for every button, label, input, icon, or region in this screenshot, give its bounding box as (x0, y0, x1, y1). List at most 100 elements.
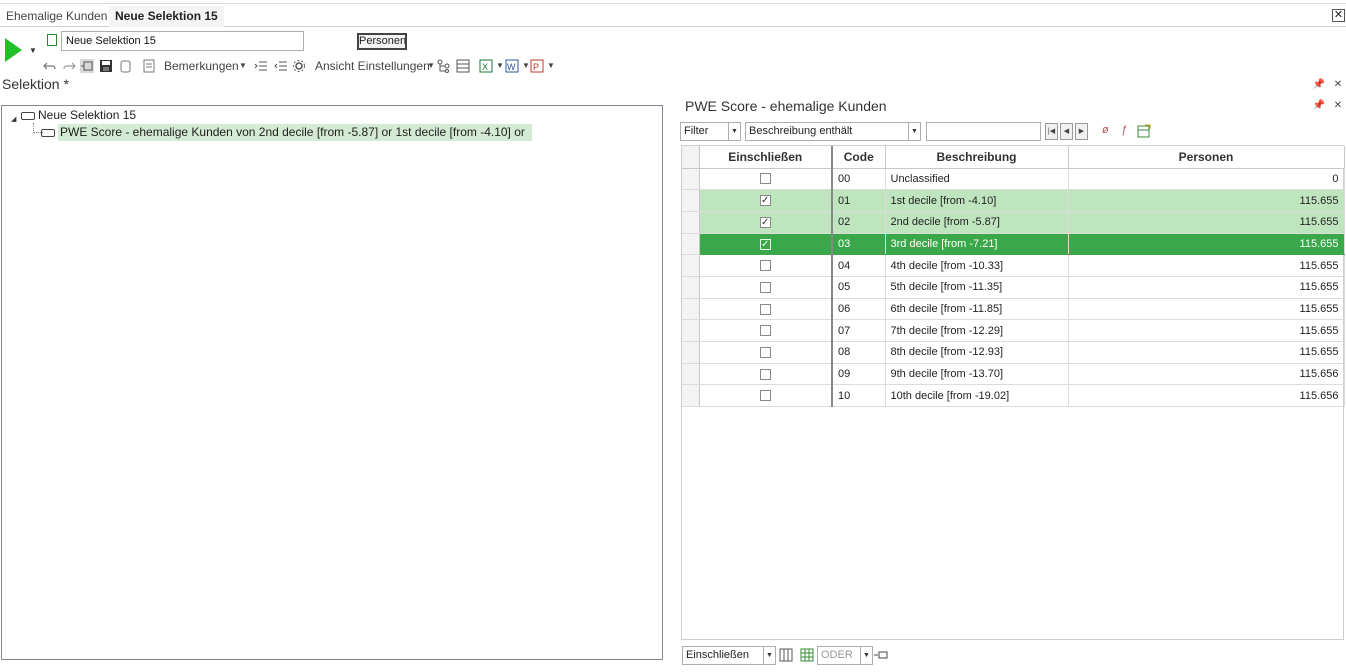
include-mode-select[interactable]: Einschließen ▼ (682, 646, 776, 665)
filter-field-select[interactable]: Beschreibung enthält ▼ (745, 122, 921, 141)
include-checkbox[interactable] (759, 368, 771, 380)
row-indicator[interactable] (682, 341, 700, 364)
row-indicator[interactable] (682, 363, 700, 386)
export-grid-icon[interactable] (1137, 124, 1151, 138)
panel-title: PWE Score - ehemalige Kunden (685, 98, 887, 114)
include-cell[interactable] (699, 254, 833, 277)
pin-panel-icon[interactable]: 📌 (1312, 99, 1326, 113)
word-export-icon[interactable]: W (505, 59, 519, 73)
row-indicator[interactable] (682, 384, 700, 408)
personen-button[interactable]: Personen (357, 33, 407, 50)
grid-layout-icon[interactable] (800, 648, 814, 662)
column-header-persons[interactable]: Personen (1068, 146, 1345, 169)
save-icon[interactable] (99, 59, 113, 73)
view-settings-dropdown-icon[interactable]: ▼ (427, 58, 435, 74)
include-cell[interactable] (699, 363, 833, 386)
filter-text-input[interactable] (926, 122, 1041, 141)
undo-icon[interactable] (43, 59, 57, 73)
row-indicator[interactable] (682, 319, 700, 342)
close-tab-icon[interactable]: ✕ (1332, 9, 1345, 22)
column-header-include[interactable]: Einschließen (699, 146, 833, 169)
tree-root-node[interactable]: Neue Selektion 15 (21, 107, 136, 123)
include-checkbox[interactable]: ✓ (759, 216, 771, 228)
persons-cell: 115.655 (1068, 211, 1345, 234)
include-cell[interactable] (699, 384, 833, 408)
table-row[interactable]: 05 5th decile [from -11.35] 115.655 (682, 276, 1345, 299)
include-checkbox[interactable] (759, 390, 771, 402)
tree-collapse-icon[interactable]: ◢ (11, 115, 16, 123)
selection-name-input[interactable] (61, 31, 304, 51)
include-cell[interactable]: ✓ (699, 233, 833, 256)
include-checkbox[interactable]: ✓ (759, 238, 771, 250)
include-cell[interactable]: ✓ (699, 189, 833, 212)
include-checkbox[interactable] (759, 303, 771, 315)
table-row[interactable]: 10 10th decile [from -19.02] 115.656 (682, 384, 1345, 408)
tree-child-node[interactable]: PWE Score - ehemalige Kunden von 2nd dec… (58, 124, 532, 141)
include-cell[interactable] (699, 276, 833, 299)
include-checkbox[interactable] (759, 173, 771, 185)
toggle-panel-icon[interactable] (80, 59, 94, 73)
pdf-export-icon[interactable]: P (530, 59, 544, 73)
close-panel-icon[interactable]: ✕ (1331, 78, 1345, 92)
remarks-dropdown-icon[interactable]: ▼ (239, 58, 247, 74)
settings-gear-icon[interactable] (292, 59, 306, 73)
redo-icon[interactable] (62, 59, 76, 73)
pin-icon[interactable]: 📌 (1312, 78, 1326, 92)
close-right-panel-icon[interactable]: ✕ (1331, 99, 1345, 113)
next-result-icon[interactable]: ▶ (1075, 123, 1088, 140)
indent-icon[interactable] (254, 59, 268, 73)
include-checkbox[interactable] (759, 346, 771, 358)
view-settings-menu[interactable]: Ansicht Einstellungen (315, 58, 430, 74)
logic-operator-select[interactable]: ODER ▼ (817, 646, 873, 665)
include-checkbox[interactable]: ✓ (759, 195, 771, 207)
row-indicator[interactable] (682, 254, 700, 277)
table-row[interactable]: 06 6th decile [from -11.85] 115.655 (682, 298, 1345, 321)
excel-dropdown-icon[interactable]: ▼ (496, 58, 504, 74)
clear-filter-icon[interactable]: ø (1102, 124, 1109, 136)
decile-table: Einschließen Code Beschreibung Personen … (682, 146, 1345, 408)
filter-mode-select[interactable]: Filter ▼ (680, 122, 741, 141)
run-play-icon[interactable] (5, 38, 22, 62)
include-cell[interactable]: ✓ (699, 211, 833, 234)
tab-neue-selektion-15[interactable]: Neue Selektion 15 (109, 6, 224, 27)
remarks-menu[interactable]: Bemerkungen (164, 58, 239, 74)
column-chooser-icon[interactable] (779, 648, 793, 662)
table-row[interactable]: ✓ 01 1st decile [from -4.10] 115.655 (682, 189, 1345, 212)
include-cell[interactable] (699, 319, 833, 342)
include-cell[interactable] (699, 341, 833, 364)
row-indicator[interactable] (682, 211, 700, 234)
function-icon[interactable]: ƒ (1121, 124, 1127, 136)
row-indicator[interactable] (682, 276, 700, 299)
pdf-dropdown-icon[interactable]: ▼ (547, 58, 555, 74)
previous-result-icon[interactable]: ◀ (1060, 123, 1073, 140)
row-indicator[interactable] (682, 298, 700, 321)
row-indicator[interactable] (682, 233, 700, 256)
hierarchy-icon[interactable] (437, 59, 451, 73)
excel-export-icon[interactable]: X (479, 59, 493, 73)
include-checkbox[interactable] (759, 260, 771, 272)
first-result-icon[interactable]: |◀ (1045, 123, 1058, 140)
row-indicator[interactable] (682, 189, 700, 212)
column-header-code[interactable]: Code (831, 146, 886, 169)
table-row[interactable]: 04 4th decile [from -10.33] 115.655 (682, 254, 1345, 277)
word-dropdown-icon[interactable]: ▼ (522, 58, 530, 74)
remarks-icon[interactable] (142, 59, 156, 73)
include-checkbox[interactable] (759, 281, 771, 293)
column-header-description[interactable]: Beschreibung (885, 146, 1069, 169)
outdent-icon[interactable] (274, 59, 288, 73)
tab-ehemalige-kunden[interactable]: Ehemalige Kunden (0, 6, 113, 27)
row-indicator[interactable] (682, 168, 700, 191)
include-checkbox[interactable] (759, 325, 771, 337)
minimize-icon[interactable] (874, 648, 888, 662)
table-row[interactable]: 08 8th decile [from -12.93] 115.655 (682, 341, 1345, 364)
table-row[interactable]: ✓ 02 2nd decile [from -5.87] 115.655 (682, 211, 1345, 234)
table-view-icon[interactable] (456, 59, 470, 73)
database-icon[interactable] (119, 59, 133, 73)
table-row[interactable]: 09 9th decile [from -13.70] 115.656 (682, 363, 1345, 386)
include-cell[interactable] (699, 168, 833, 191)
table-row[interactable]: 07 7th decile [from -12.29] 115.655 (682, 319, 1345, 342)
table-row[interactable]: 00 Unclassified 0 (682, 168, 1345, 191)
include-cell[interactable] (699, 298, 833, 321)
run-dropdown-icon[interactable]: ▼ (29, 46, 37, 55)
table-row[interactable]: ✓ 03 3rd decile [from -7.21] 115.655 (682, 233, 1345, 256)
